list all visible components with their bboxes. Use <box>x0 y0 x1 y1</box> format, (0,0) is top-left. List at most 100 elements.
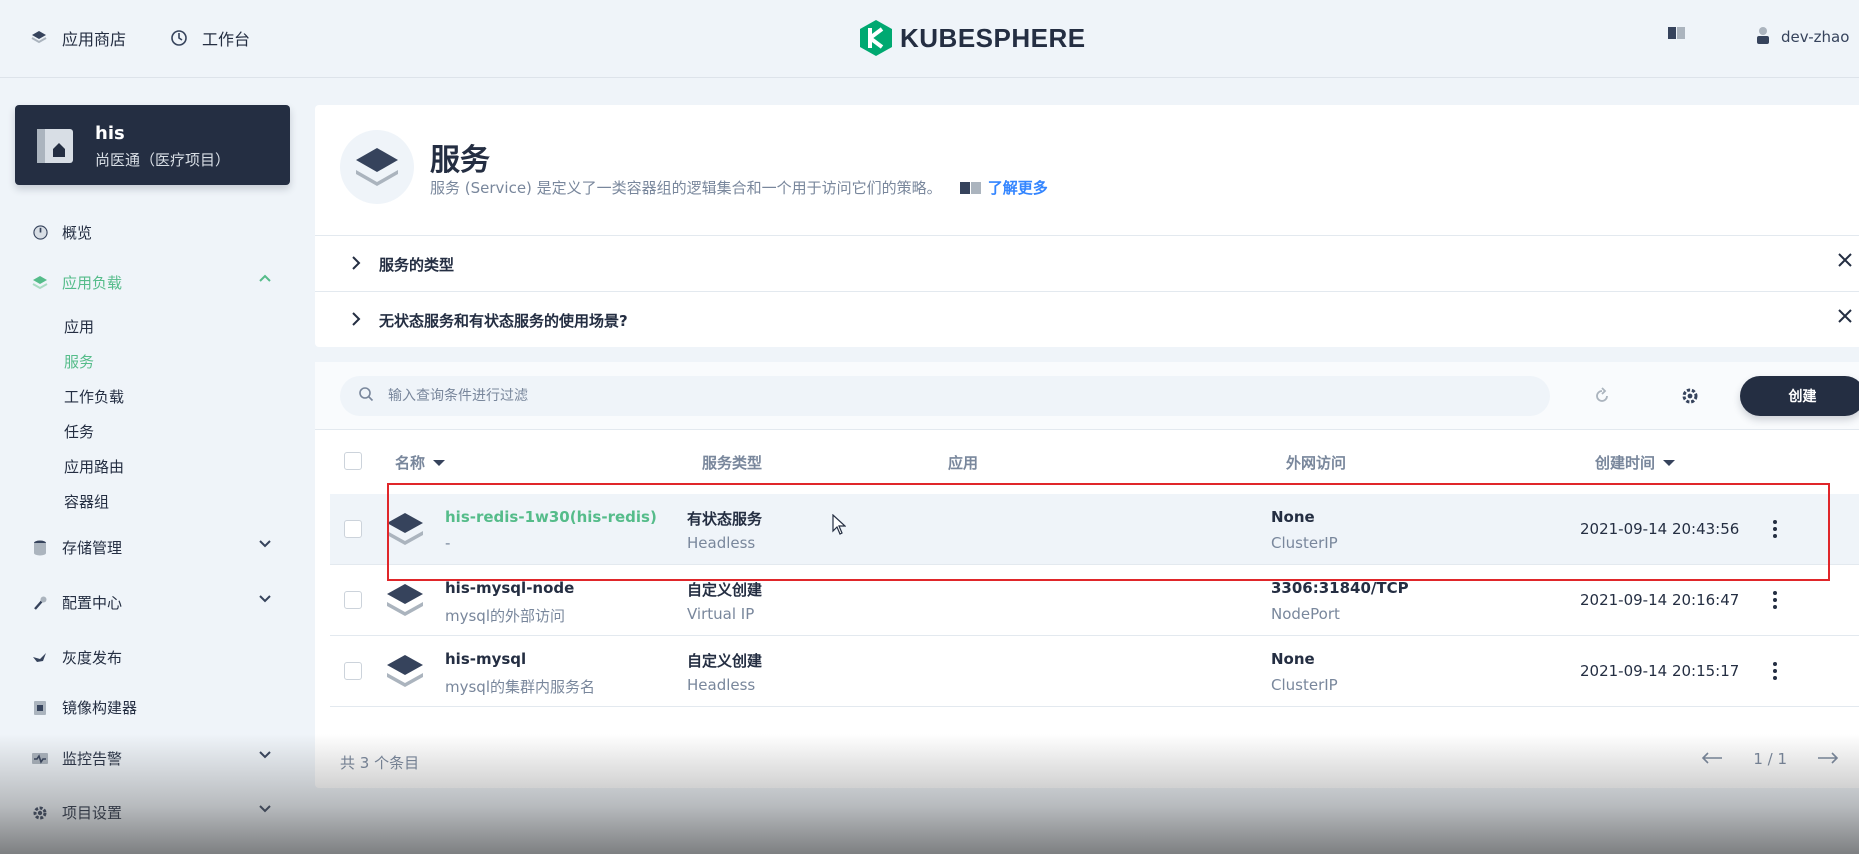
page-description: 服务 (Service) 是定义了一类容器组的逻辑集合和一个用于访问它们的策略。… <box>430 177 1048 198</box>
sidebar-item-settings[interactable]: 项目设置 <box>32 802 272 823</box>
column-header-name[interactable]: 名称 <box>395 452 446 473</box>
app-store-label: 应用商店 <box>62 30 127 49</box>
docs-button[interactable] <box>1668 26 1686 44</box>
more-options-icon[interactable] <box>1765 516 1785 542</box>
tip-label: 服务的类型 <box>379 256 455 274</box>
service-icon <box>340 130 414 204</box>
sidebar-item-config[interactable]: 配置中心 <box>32 592 272 613</box>
workbench-link[interactable]: 工作台 <box>170 26 250 50</box>
service-name-link[interactable]: his-redis-1w30(his-redis) <box>445 508 657 526</box>
page-title: 服务 <box>430 143 490 178</box>
total-count: 共 3 个条目 <box>340 754 420 772</box>
search-bar[interactable] <box>340 376 1550 416</box>
mouse-cursor-icon <box>832 514 846 535</box>
book-icon <box>1668 26 1686 44</box>
column-header-external: 外网访问 <box>1286 452 1346 473</box>
gear-icon <box>32 805 48 821</box>
sidebar-sub-workloads[interactable]: 工作负载 <box>64 386 124 407</box>
workbench-label: 工作台 <box>202 30 251 49</box>
book-icon <box>959 181 982 195</box>
tip-service-types[interactable]: 服务的类型 <box>315 235 1859 291</box>
service-icon <box>385 651 425 691</box>
database-icon <box>32 540 48 556</box>
close-icon[interactable] <box>1835 250 1859 274</box>
prev-page-arrow-icon[interactable] <box>1701 750 1723 768</box>
list-footer: 共 3 个条目 1 / 1 <box>315 732 1859 788</box>
sidebar-label: 应用负载 <box>62 274 123 292</box>
app-store-icon <box>30 29 48 47</box>
sidebar-item-storage[interactable]: 存储管理 <box>32 537 272 558</box>
dashboard-icon <box>170 29 188 47</box>
sidebar-item-image-builder[interactable]: 镜像构建器 <box>32 697 272 718</box>
more-options-icon[interactable] <box>1765 587 1785 613</box>
service-icon <box>385 509 425 549</box>
header-label: 创建时间 <box>1595 454 1656 472</box>
next-page-arrow-icon[interactable] <box>1817 750 1839 768</box>
chevron-up-icon <box>258 272 272 287</box>
service-type-sub: Headless <box>687 676 756 694</box>
header-label: 外网访问 <box>1286 454 1347 472</box>
sidebar-sub-routes[interactable]: 应用路由 <box>64 456 124 477</box>
learn-more-link[interactable]: 了解更多 <box>959 177 1048 198</box>
header-label: 服务类型 <box>702 454 763 472</box>
gear-icon[interactable] <box>1678 384 1702 408</box>
tip-stateless-stateful[interactable]: 无状态服务和有状态服务的使用场景? <box>315 291 1859 347</box>
external-access-type: ClusterIP <box>1271 534 1338 552</box>
bird-icon <box>32 650 48 666</box>
sidebar-sub-pods[interactable]: 容器组 <box>64 491 109 512</box>
kubesphere-logo-icon <box>860 20 892 56</box>
sidebar-label: 存储管理 <box>62 539 123 557</box>
project-card[interactable]: his 尚医通（医疗项目） <box>15 105 290 185</box>
kubesphere-logo[interactable]: KUBESPHERE <box>860 20 1086 56</box>
search-icon <box>358 386 374 406</box>
description-text: 服务 (Service) 是定义了一类容器组的逻辑集合和一个用于访问它们的策略。 <box>430 179 942 197</box>
created-time: 2021-09-14 20:16:47 <box>1580 591 1740 609</box>
top-bar: 应用商店 工作台 KUBESPHERE dev-zhao <box>0 0 1859 78</box>
project-desc: 尚医通（医疗项目） <box>95 151 231 169</box>
row-checkbox[interactable] <box>344 520 362 538</box>
service-name-link[interactable]: his-mysql-node <box>445 579 574 597</box>
external-access: None <box>1271 508 1315 526</box>
service-type: 自定义创建 <box>687 652 763 670</box>
more-options-icon[interactable] <box>1765 658 1785 684</box>
tip-label: 无状态服务和有状态服务的使用场景? <box>379 312 628 330</box>
chevron-down-icon <box>258 802 272 817</box>
sidebar-item-monitoring[interactable]: 监控告警 <box>32 748 272 769</box>
service-type: 有状态服务 <box>687 510 763 528</box>
search-input[interactable] <box>388 388 1488 404</box>
table-row[interactable]: his-mysql mysql的集群内服务名 自定义创建 Headless No… <box>330 636 1859 707</box>
chevron-down-icon <box>258 537 272 552</box>
chevron-right-icon <box>351 255 361 275</box>
sidebar-sub-jobs[interactable]: 任务 <box>64 421 94 442</box>
dashboard-icon <box>32 225 48 241</box>
header-label: 名称 <box>395 454 426 472</box>
external-access-type: NodePort <box>1271 605 1340 623</box>
refresh-icon[interactable] <box>1590 384 1614 408</box>
username: dev-zhao <box>1781 28 1850 46</box>
sidebar-sub-services[interactable]: 服务 <box>64 351 94 372</box>
user-menu[interactable]: dev-zhao <box>1755 26 1849 48</box>
sidebar-label: 镜像构建器 <box>62 699 138 717</box>
sidebar-item-gray-release[interactable]: 灰度发布 <box>32 647 272 668</box>
sidebar-label: 配置中心 <box>62 594 123 612</box>
close-icon[interactable] <box>1835 306 1859 330</box>
column-header-type: 服务类型 <box>702 452 762 473</box>
column-header-created[interactable]: 创建时间 <box>1595 452 1676 473</box>
app-store-link[interactable]: 应用商店 <box>30 26 126 50</box>
chevron-right-icon <box>351 311 361 331</box>
service-desc: - <box>445 534 451 552</box>
row-checkbox[interactable] <box>344 591 362 609</box>
sidebar-item-overview[interactable]: 概览 <box>32 222 272 243</box>
select-all-checkbox[interactable] <box>344 452 362 470</box>
create-button[interactable]: 创建 <box>1740 376 1859 416</box>
table-row[interactable]: his-mysql-node mysql的外部访问 自定义创建 Virtual … <box>330 565 1859 636</box>
monitor-icon <box>32 751 48 767</box>
sidebar-sub-apps[interactable]: 应用 <box>64 316 94 337</box>
service-name-link[interactable]: his-mysql <box>445 650 526 668</box>
sidebar-label: 监控告警 <box>62 750 123 768</box>
row-checkbox[interactable] <box>344 662 362 680</box>
sidebar-item-workloads[interactable]: 应用负载 <box>32 272 272 293</box>
service-desc: mysql的集群内服务名 <box>445 678 595 696</box>
table-row[interactable]: his-redis-1w30(his-redis) - 有状态服务 Headle… <box>330 494 1859 565</box>
column-header-app: 应用 <box>948 452 978 473</box>
